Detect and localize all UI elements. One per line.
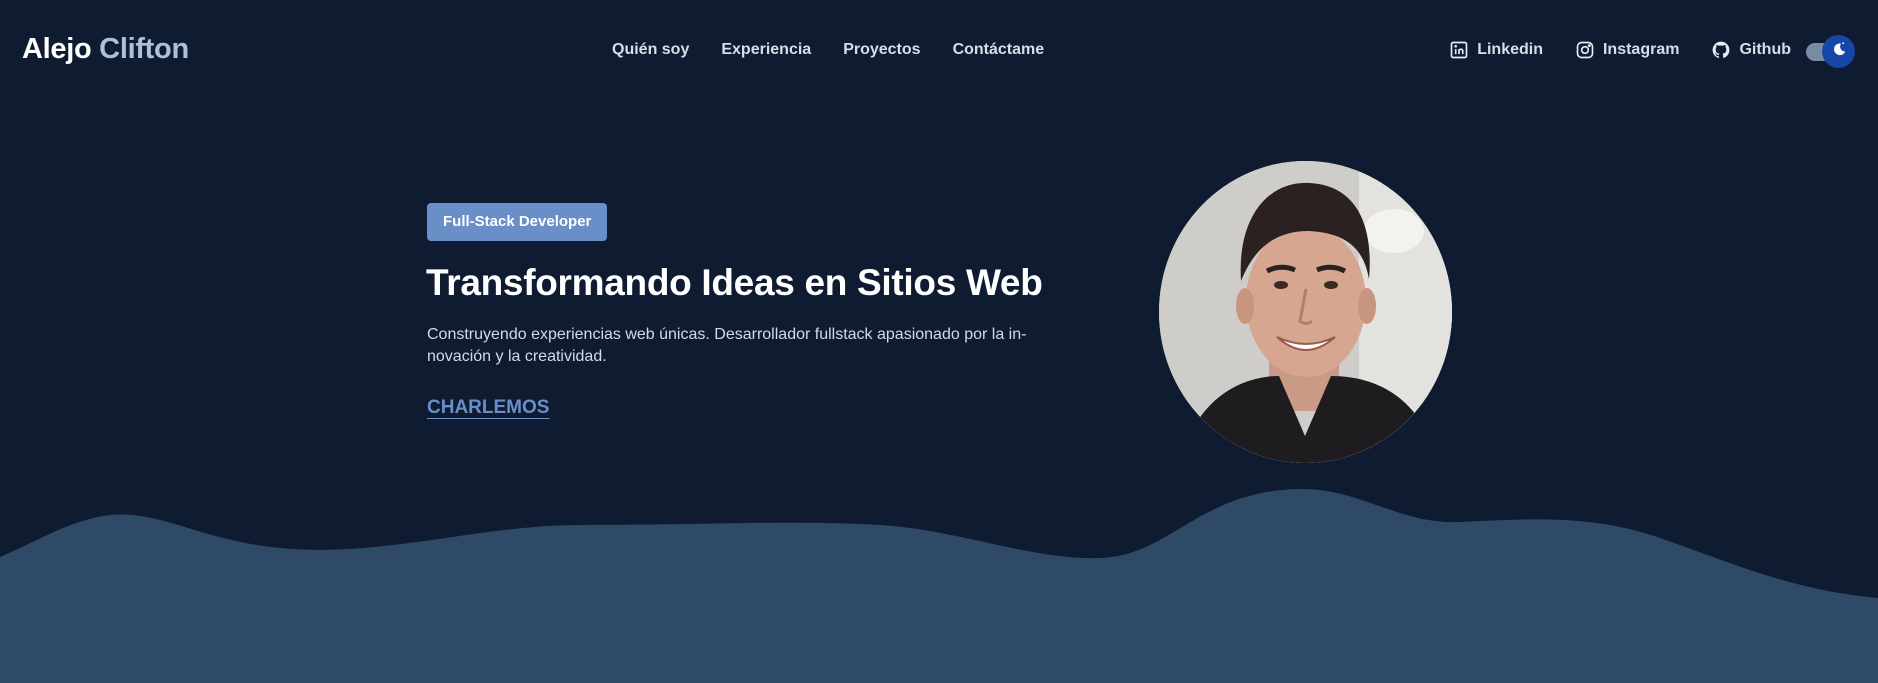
decorative-wave (0, 480, 1878, 683)
social-link-instagram[interactable]: Instagram (1575, 40, 1679, 60)
social-links: Linkedin Instagram Github (1449, 40, 1791, 60)
logo-first-name: Alejo (22, 33, 92, 65)
social-label-linkedin: Linkedin (1477, 41, 1543, 58)
linkedin-icon (1449, 40, 1469, 60)
site-logo[interactable]: Alejo Clifton (22, 33, 189, 66)
nav-link-contactame[interactable]: Contáctame (953, 41, 1045, 59)
social-label-github: Github (1739, 41, 1791, 58)
social-link-github[interactable]: Github (1711, 40, 1791, 60)
main-nav: Quién soy Experiencia Proyectos Contácta… (612, 41, 1044, 59)
social-label-instagram: Instagram (1602, 41, 1680, 58)
site-header: Alejo Clifton Quién soy Experiencia Proy… (0, 0, 1878, 102)
logo-last-name: Clifton (99, 33, 189, 65)
cta-charlemos-link[interactable]: CHARLEMOS (427, 397, 549, 419)
role-badge: Full-Stack Developer (427, 203, 608, 241)
moon-icon (1829, 39, 1849, 64)
toggle-knob (1822, 35, 1855, 68)
nav-link-proyectos[interactable]: Proyectos (843, 41, 920, 59)
profile-avatar (1159, 161, 1452, 463)
nav-link-quien-soy[interactable]: Quién soy (612, 41, 689, 59)
nav-link-experiencia[interactable]: Experiencia (721, 41, 811, 59)
instagram-icon (1575, 40, 1595, 60)
social-link-linkedin[interactable]: Linkedin (1449, 40, 1543, 60)
hero-title: Transformando Ideas en Sitios Web (426, 262, 1043, 303)
theme-toggle[interactable] (1806, 35, 1855, 68)
hero-subtitle: Construyendo experiencias web únicas. De… (427, 326, 1027, 365)
github-icon (1711, 40, 1731, 60)
